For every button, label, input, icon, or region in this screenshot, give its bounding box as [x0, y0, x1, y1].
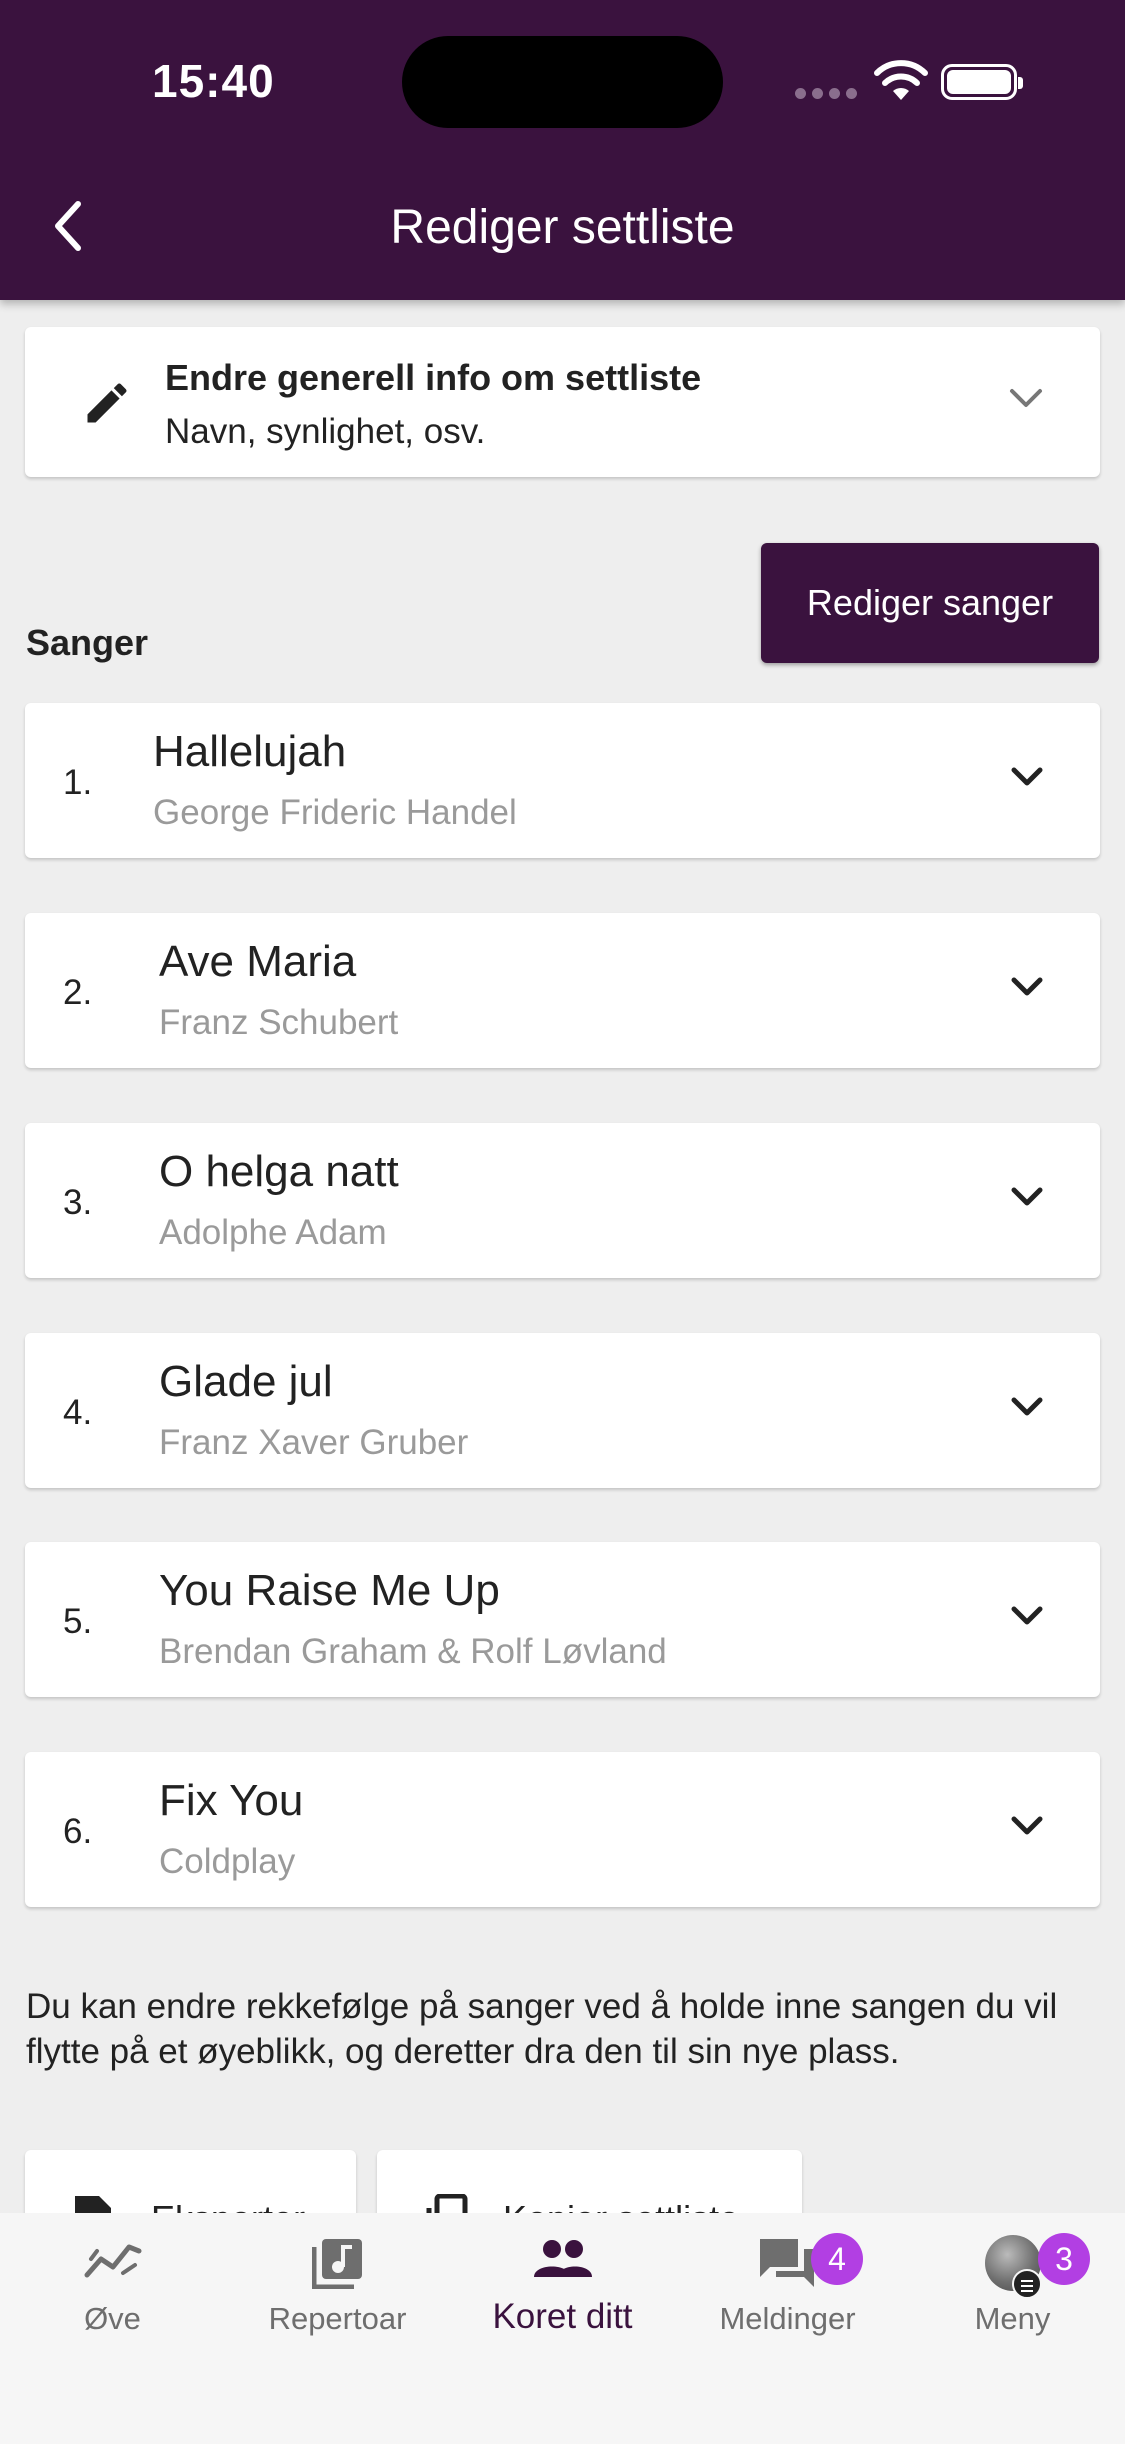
cellular-signal-icon	[795, 88, 857, 99]
chevron-down-icon[interactable]	[1010, 1604, 1044, 1628]
chat-icon	[759, 2239, 814, 2287]
group-icon	[533, 2240, 592, 2277]
song-number: 2.	[63, 973, 93, 1012]
song-item[interactable]: 4. Glade jul Franz Xaver Gruber	[25, 1333, 1100, 1488]
menu-icon	[1012, 2269, 1042, 2299]
song-composer: Brendan Graham & Rolf Løvland	[159, 1632, 667, 1671]
chevron-down-icon[interactable]	[1010, 1395, 1044, 1419]
song-number: 4.	[63, 1393, 93, 1432]
song-number: 3.	[63, 1183, 93, 1222]
tab-label: Koret ditt	[492, 2297, 633, 2336]
app-header: 15:40 Rediger settliste	[0, 0, 1125, 300]
song-title: Fix You	[159, 1776, 304, 1825]
song-item[interactable]: 1. Hallelujah George Frideric Handel	[25, 703, 1100, 858]
info-card-title: Endre generell info om settliste	[165, 357, 702, 398]
pencil-icon	[87, 383, 127, 423]
chevron-down-icon	[1010, 389, 1042, 407]
song-item[interactable]: 3. O helga natt Adolphe Adam	[25, 1123, 1100, 1278]
tab-messages[interactable]: 4 Meldinger	[675, 2213, 900, 2363]
song-number: 5.	[63, 1602, 93, 1641]
messages-badge: 4	[811, 2233, 863, 2285]
wifi-icon	[874, 60, 928, 100]
progress-chart-icon	[84, 2244, 141, 2278]
battery-icon	[941, 64, 1023, 100]
general-info-expander[interactable]: Endre generell info om settliste Navn, s…	[25, 327, 1100, 477]
song-composer: Franz Schubert	[159, 1003, 399, 1042]
page-title: Rediger settliste	[390, 201, 735, 254]
tab-practice[interactable]: Øve	[0, 2213, 225, 2363]
tab-your-choir[interactable]: Koret ditt	[450, 2213, 675, 2363]
song-number: 6.	[63, 1812, 93, 1851]
song-composer: Coldplay	[159, 1842, 296, 1881]
bottom-tab-bar: Øve Repertoar Koret ditt 4 Meldinger 3 M…	[0, 2213, 1125, 2444]
song-number: 1.	[63, 763, 93, 802]
song-composer: Franz Xaver Gruber	[159, 1423, 469, 1462]
tab-repertoire[interactable]: Repertoar	[225, 2213, 450, 2363]
song-composer: George Frideric Handel	[153, 793, 517, 832]
chevron-down-icon[interactable]	[1010, 765, 1044, 789]
status-time: 15:40	[152, 55, 275, 107]
info-card-subtitle: Navn, synlighet, osv.	[165, 412, 486, 451]
menu-badge: 3	[1038, 2233, 1090, 2285]
song-item[interactable]: 5. You Raise Me Up Brendan Graham & Rolf…	[25, 1542, 1100, 1697]
tab-menu[interactable]: 3 Meny	[900, 2213, 1125, 2363]
song-composer: Adolphe Adam	[159, 1213, 387, 1252]
songs-section-label: Sanger	[26, 622, 149, 663]
music-library-icon	[311, 2239, 362, 2289]
reorder-hint: Du kan endre rekkefølge på sanger ved å …	[26, 1987, 1058, 2071]
status-indicators	[795, 58, 1025, 108]
edit-songs-button[interactable]: Rediger sanger	[761, 543, 1099, 663]
tab-label: Repertoar	[268, 2301, 407, 2336]
song-title: Hallelujah	[153, 727, 347, 776]
chevron-down-icon[interactable]	[1010, 975, 1044, 999]
song-title: You Raise Me Up	[159, 1566, 500, 1615]
song-title: Glade jul	[159, 1357, 333, 1406]
tab-label: Meny	[974, 2301, 1051, 2336]
song-item[interactable]: 2. Ave Maria Franz Schubert	[25, 913, 1100, 1068]
song-title: Ave Maria	[159, 937, 357, 986]
tab-label: Meldinger	[719, 2301, 856, 2336]
song-item[interactable]: 6. Fix You Coldplay	[25, 1752, 1100, 1907]
chevron-down-icon[interactable]	[1010, 1814, 1044, 1838]
song-title: O helga natt	[159, 1147, 399, 1196]
tab-label: Øve	[84, 2301, 141, 2336]
chevron-down-icon[interactable]	[1010, 1185, 1044, 1209]
dynamic-island	[402, 36, 723, 128]
